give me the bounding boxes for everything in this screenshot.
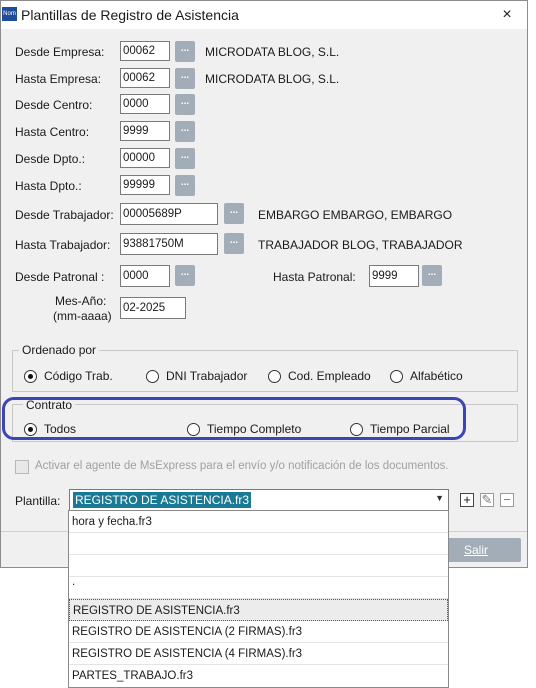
radio-codigo-trab[interactable] bbox=[24, 370, 37, 383]
dropdown-item[interactable]: hora y fecha.fr3 bbox=[69, 511, 448, 533]
dropdown-item[interactable] bbox=[69, 555, 448, 577]
hasta-centro-label: Hasta Centro: bbox=[15, 125, 90, 139]
desde-dpto-input[interactable]: 00000 bbox=[120, 148, 170, 168]
desde-patronal-label: Desde Patronal : bbox=[15, 270, 105, 284]
dropdown-item-selected[interactable]: REGISTRO DE ASISTENCIA.fr3 bbox=[69, 599, 448, 621]
plantilla-selected-value: REGISTRO DE ASISTENCIA.fr3 bbox=[73, 492, 252, 508]
radio-tiempo-completo-label[interactable]: Tiempo Completo bbox=[207, 422, 301, 436]
desde-trabajador-label: Desde Trabajador: bbox=[15, 208, 114, 222]
hasta-trabajador-lookup-button[interactable]: ... bbox=[224, 233, 244, 254]
desde-patronal-lookup-button[interactable]: ... bbox=[175, 265, 195, 286]
hasta-trabajador-input[interactable]: 93881750M bbox=[120, 233, 218, 255]
window-title: Plantillas de Registro de Asistencia bbox=[21, 7, 239, 23]
plantilla-label: Plantilla: bbox=[15, 494, 61, 508]
dropdown-item[interactable]: REGISTRO DE ASISTENCIA (2 FIRMAS).fr3 bbox=[69, 621, 448, 643]
contrato-legend: Contrato bbox=[23, 398, 76, 412]
hasta-trabajador-label: Hasta Trabajador: bbox=[15, 238, 111, 252]
desde-trabajador-lookup-button[interactable]: ... bbox=[224, 203, 244, 224]
radio-cod-empleado-label[interactable]: Cod. Empleado bbox=[288, 369, 371, 383]
dropdown-item[interactable]: . bbox=[69, 576, 448, 599]
desde-patronal-input[interactable]: 0000 bbox=[120, 265, 170, 287]
radio-todos[interactable] bbox=[24, 423, 37, 436]
desde-centro-label: Desde Centro: bbox=[15, 98, 93, 112]
remove-icon[interactable]: − bbox=[500, 493, 514, 507]
radio-dni-trabajador-label[interactable]: DNI Trabajador bbox=[166, 369, 247, 383]
desde-empresa-label: Desde Empresa: bbox=[15, 45, 105, 59]
plantilla-dropdown-list: hora y fecha.fr3 . REGISTRO DE ASISTENCI… bbox=[68, 510, 449, 688]
hasta-dpto-lookup-button[interactable]: ... bbox=[175, 175, 195, 196]
edit-icon[interactable]: ✎ bbox=[480, 493, 494, 507]
hasta-dpto-label: Hasta Dpto.: bbox=[15, 179, 82, 193]
desde-empresa-input[interactable]: 00062 bbox=[120, 41, 170, 61]
hasta-centro-lookup-button[interactable]: ... bbox=[175, 121, 195, 142]
desde-trabajador-description: EMBARGO EMBARGO, EMBARGO bbox=[258, 208, 453, 222]
hasta-patronal-lookup-button[interactable]: ... bbox=[422, 265, 442, 286]
desde-empresa-lookup-button[interactable]: ... bbox=[175, 41, 195, 62]
radio-dni-trabajador[interactable] bbox=[146, 370, 159, 383]
hasta-trabajador-description: TRABAJADOR BLOG, TRABAJADOR bbox=[258, 238, 463, 252]
dialog-window: Nom Plantillas de Registro de Asistencia… bbox=[0, 0, 528, 568]
hasta-patronal-label: Hasta Patronal: bbox=[273, 270, 356, 284]
msexpress-checkbox-label: Activar el agente de MsExpress para el e… bbox=[35, 460, 449, 472]
desde-centro-lookup-button[interactable]: ... bbox=[175, 94, 195, 115]
plantilla-select[interactable]: REGISTRO DE ASISTENCIA.fr3 ▼ bbox=[69, 489, 449, 511]
add-icon[interactable]: + bbox=[460, 493, 474, 507]
radio-tiempo-parcial[interactable] bbox=[350, 423, 363, 436]
desde-trabajador-input[interactable]: 00005689P bbox=[120, 203, 218, 225]
hasta-dpto-input[interactable]: 99999 bbox=[120, 175, 170, 195]
dropdown-item[interactable] bbox=[69, 533, 448, 555]
radio-tiempo-completo[interactable] bbox=[187, 423, 200, 436]
app-icon: Nom bbox=[2, 7, 17, 21]
mes-anio-label: Mes-Año: bbox=[55, 294, 107, 308]
desde-dpto-lookup-button[interactable]: ... bbox=[175, 148, 195, 169]
hasta-centro-input[interactable]: 9999 bbox=[120, 121, 170, 141]
hasta-empresa-input[interactable]: 00062 bbox=[120, 68, 170, 88]
mes-anio-input[interactable]: 02-2025 bbox=[120, 297, 186, 319]
hasta-empresa-lookup-button[interactable]: ... bbox=[175, 68, 195, 89]
radio-cod-empleado[interactable] bbox=[268, 370, 281, 383]
ordenado-por-legend: Ordenado por bbox=[19, 343, 100, 357]
desde-empresa-description: MICRODATA BLOG, S.L. bbox=[205, 45, 340, 59]
radio-tiempo-parcial-label[interactable]: Tiempo Parcial bbox=[370, 422, 450, 436]
msexpress-checkbox[interactable] bbox=[15, 460, 29, 474]
dropdown-item[interactable]: REGISTRO DE ASISTENCIA (4 FIRMAS).fr3 bbox=[69, 643, 448, 665]
close-button[interactable]: × bbox=[497, 5, 517, 25]
mes-anio-format-label: (mm-aaaa) bbox=[53, 309, 112, 323]
hasta-empresa-description: MICRODATA BLOG, S.L. bbox=[205, 72, 340, 86]
title-bar: Nom Plantillas de Registro de Asistencia… bbox=[1, 1, 527, 29]
radio-alfabetico[interactable] bbox=[390, 370, 403, 383]
chevron-down-icon[interactable]: ▼ bbox=[435, 493, 444, 503]
radio-todos-label[interactable]: Todos bbox=[44, 422, 76, 436]
hasta-empresa-label: Hasta Empresa: bbox=[15, 72, 102, 86]
radio-codigo-trab-label[interactable]: Código Trab. bbox=[44, 369, 113, 383]
hasta-patronal-input[interactable]: 9999 bbox=[369, 265, 419, 287]
desde-dpto-label: Desde Dpto.: bbox=[15, 152, 86, 166]
desde-centro-input[interactable]: 0000 bbox=[120, 94, 170, 114]
radio-alfabetico-label[interactable]: Alfabético bbox=[410, 369, 463, 383]
dropdown-item[interactable]: PARTES_TRABAJO.fr3 bbox=[69, 665, 448, 687]
